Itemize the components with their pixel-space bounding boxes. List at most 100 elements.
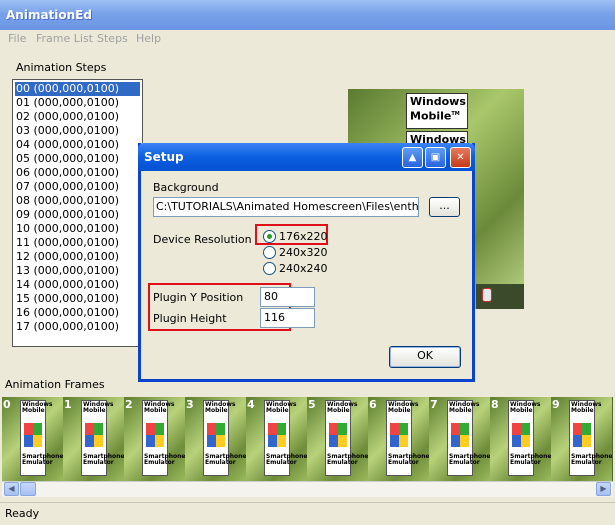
ok-button[interactable]: OK: [389, 346, 461, 368]
frame-thumbnail: Windows Mobile Smartphone Emulator: [20, 400, 63, 476]
app-title: AnimationEd: [6, 8, 92, 22]
plugin-y-input[interactable]: 80: [260, 287, 315, 307]
steps-label: Animation Steps: [14, 59, 143, 77]
windows-flag-lower-icon: [207, 435, 225, 447]
frame-number: 8: [491, 398, 499, 411]
logo-tm: TM: [451, 111, 460, 117]
animation-frame[interactable]: 6 Windows Mobile Smartphone Emulator: [368, 397, 429, 481]
step-item[interactable]: 15 (000,000,0100): [15, 292, 140, 306]
frame-thumb-line: Mobile: [266, 407, 289, 414]
animation-frame[interactable]: 0 Windows Mobile Smartphone Emulator: [2, 397, 63, 481]
frame-number: 0: [3, 398, 11, 411]
step-item[interactable]: 02 (000,000,0100): [15, 110, 140, 124]
radio-selected-dot: [267, 234, 272, 239]
close-icon[interactable]: ✕: [450, 147, 471, 168]
plugin-height-label: Plugin Height: [153, 312, 227, 325]
frame-thumb-line: Mobile: [571, 407, 594, 414]
logo-line2-row: MobileTM: [410, 108, 464, 123]
logo-line1: Windows: [410, 95, 466, 108]
maximize-icon[interactable]: ▣: [425, 147, 446, 168]
frame-number: 6: [369, 398, 377, 411]
step-item[interactable]: 16 (000,000,0100): [15, 306, 140, 320]
window-titlebar: [0, 0, 615, 30]
radio-240x320-label: 240x320: [279, 246, 328, 259]
frame-number: 5: [308, 398, 316, 411]
frames-scrollbar[interactable]: [2, 481, 613, 497]
step-item[interactable]: 00 (000,000,0100): [15, 82, 140, 96]
windows-flag-lower-icon: [512, 435, 530, 447]
step-item[interactable]: 13 (000,000,0100): [15, 264, 140, 278]
frame-thumbnail: Windows Mobile Smartphone Emulator: [508, 400, 551, 476]
scroll-right-icon[interactable]: ▶: [596, 482, 611, 496]
frame-thumbnail: Windows Mobile Smartphone Emulator: [142, 400, 185, 476]
setup-dialog-title: Setup: [144, 150, 184, 164]
browse-button[interactable]: ...: [429, 197, 460, 217]
step-item[interactable]: 11 (000,000,0100): [15, 236, 140, 250]
background-path-input[interactable]: C:\TUTORIALS\Animated Homescreen\Files\e…: [153, 197, 419, 217]
animation-frame[interactable]: 8 Windows Mobile Smartphone Emulator: [490, 397, 551, 481]
frame-thumbnail: Windows Mobile Smartphone Emulator: [264, 400, 307, 476]
step-item[interactable]: 09 (000,000,0100): [15, 208, 140, 222]
step-item[interactable]: 08 (000,000,0100): [15, 194, 140, 208]
frame-thumb-line: Emulator: [571, 459, 602, 466]
frame-thumb-line: Mobile: [144, 407, 167, 414]
step-item[interactable]: 07 (000,000,0100): [15, 180, 140, 194]
status-bar: [0, 502, 615, 525]
menu-frame-list[interactable]: Frame List: [36, 32, 93, 45]
step-item[interactable]: 06 (000,000,0100): [15, 166, 140, 180]
plugin-y-label: Plugin Y Position: [153, 291, 244, 304]
animation-frame[interactable]: 1 Windows Mobile Smartphone Emulator: [63, 397, 124, 481]
windows-flag-lower-icon: [390, 435, 408, 447]
frame-thumbnail: Windows Mobile Smartphone Emulator: [447, 400, 490, 476]
animation-frame[interactable]: 5 Windows Mobile Smartphone Emulator: [307, 397, 368, 481]
steps-list[interactable]: 00 (000,000,0100) 01 (000,000,0100) 02 (00…: [12, 79, 143, 347]
windows-flag-lower-icon: [329, 435, 347, 447]
frame-number: 2: [125, 398, 133, 411]
radio-240x240[interactable]: [263, 262, 276, 275]
frame-number: 9: [552, 398, 560, 411]
move-up-icon[interactable]: ▲: [402, 147, 423, 168]
step-item[interactable]: 12 (000,000,0100): [15, 250, 140, 264]
animation-frame[interactable]: 2 Windows Mobile Smartphone Emulator: [124, 397, 185, 481]
windows-flag-lower-icon: [146, 435, 164, 447]
radio-176x220[interactable]: [263, 230, 276, 243]
frame-thumb-line: Mobile: [205, 407, 228, 414]
device-resolution-label: Device Resolution: [153, 233, 252, 246]
scrollbar-thumb[interactable]: [20, 482, 36, 496]
frame-thumbnail: Windows Mobile Smartphone Emulator: [325, 400, 368, 476]
frame-thumb-line: Mobile: [449, 407, 472, 414]
menu-bar: File Frame List Steps Help: [0, 30, 615, 48]
step-item[interactable]: 17 (000,000,0100): [15, 320, 140, 334]
windows-flag-lower-icon: [451, 435, 469, 447]
animation-frame[interactable]: 4 Windows Mobile Smartphone Emulator: [246, 397, 307, 481]
animation-frame[interactable]: 7 Windows Mobile Smartphone Emulator: [429, 397, 490, 481]
animation-frame[interactable]: 9 Windows Mobile Smartphone Emulator: [551, 397, 612, 481]
frame-thumb-line: Mobile: [83, 407, 106, 414]
menu-steps[interactable]: Steps: [97, 32, 128, 45]
frame-thumb-line: Mobile: [388, 407, 411, 414]
windows-mobile-logo: Windows MobileTM: [406, 93, 468, 129]
step-item[interactable]: 04 (000,000,0100): [15, 138, 140, 152]
frame-number: 3: [186, 398, 194, 411]
animation-frame[interactable]: 3 Windows Mobile Smartphone Emulator: [185, 397, 246, 481]
frame-number: 1: [64, 398, 72, 411]
menu-help[interactable]: Help: [136, 32, 161, 45]
status-text: Ready: [5, 507, 40, 520]
radio-240x320[interactable]: [263, 246, 276, 259]
step-item[interactable]: 14 (000,000,0100): [15, 278, 140, 292]
menu-file[interactable]: File: [8, 32, 26, 45]
step-item[interactable]: 03 (000,000,0100): [15, 124, 140, 138]
frame-thumb-line: Emulator: [449, 459, 480, 466]
frame-thumbnail: Windows Mobile Smartphone Emulator: [81, 400, 124, 476]
plugin-height-input[interactable]: 116: [260, 308, 315, 328]
frame-thumb-line: Emulator: [327, 459, 358, 466]
step-item[interactable]: 10 (000,000,0100): [15, 222, 140, 236]
frames-strip[interactable]: 0 Windows Mobile Smartphone Emulator 1 Windows…: [2, 397, 613, 481]
frame-thumbnail: Windows Mobile Smartphone Emulator: [386, 400, 429, 476]
step-item[interactable]: 05 (000,000,0100): [15, 152, 140, 166]
frame-thumbnail: Windows Mobile Smartphone Emulator: [203, 400, 246, 476]
frame-number: 4: [247, 398, 255, 411]
windows-flag-lower-icon: [24, 435, 42, 447]
scroll-left-icon[interactable]: ◀: [4, 482, 19, 496]
step-item[interactable]: 01 (000,000,0100): [15, 96, 140, 110]
